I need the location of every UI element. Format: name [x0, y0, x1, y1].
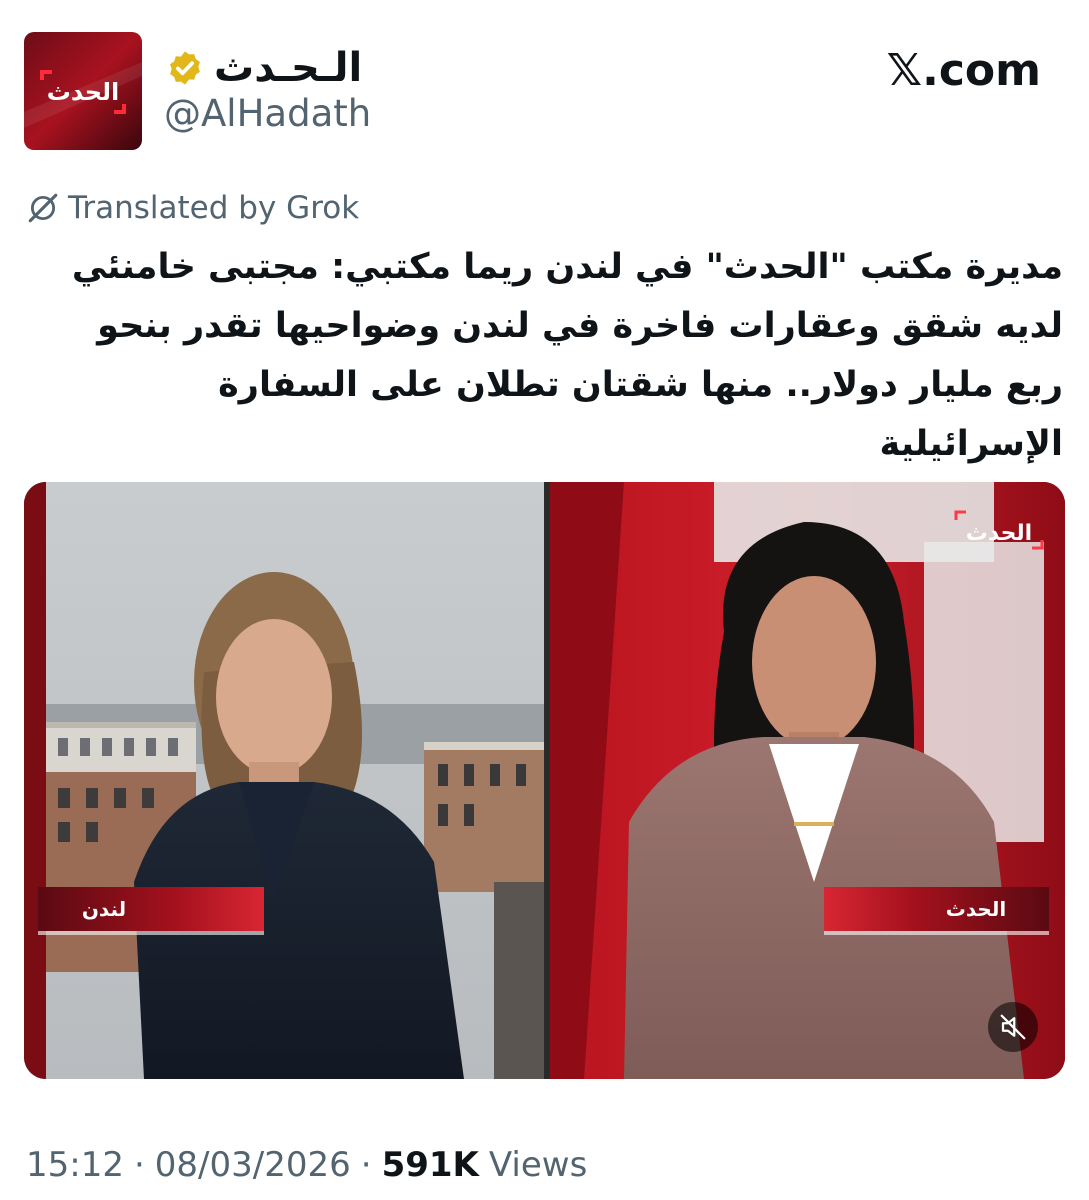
- account-avatar[interactable]: الحدث: [24, 32, 142, 150]
- mute-button[interactable]: [988, 1002, 1038, 1052]
- tweet-meta: 15:12 · 08/03/2026 · 591K Views: [26, 1140, 587, 1190]
- account-display-name[interactable]: الـحـدث: [214, 45, 362, 91]
- right-caption-bar: الحدث: [824, 887, 1049, 935]
- left-video-panel: [46, 482, 544, 1079]
- views-label: Views: [488, 1145, 588, 1185]
- video-frame: الحدث لندن الحدث: [24, 482, 1065, 1079]
- views-count[interactable]: 591K: [382, 1145, 479, 1185]
- translation-label: Translated by Grok: [68, 190, 360, 226]
- x-brand-label: 𝕏.com: [886, 44, 1041, 96]
- account-handle[interactable]: @AlHadath: [164, 92, 371, 135]
- meta-separator: ·: [360, 1145, 372, 1185]
- meta-separator: ·: [133, 1145, 145, 1185]
- svg-text:الحدث: الحدث: [47, 78, 120, 106]
- video-player[interactable]: الحدث لندن الحدث: [24, 482, 1065, 1079]
- translation-notice[interactable]: Translated by Grok: [26, 186, 359, 230]
- left-caption-bar: لندن: [38, 887, 264, 935]
- tweet-time[interactable]: 15:12: [26, 1145, 124, 1185]
- verified-badge-icon: [170, 51, 200, 85]
- left-caption: لندن: [82, 897, 126, 921]
- speaker-muted-icon: [1000, 1014, 1026, 1040]
- tweet-text: مديرة مكتب "الحدث" في لندن ريما مكتبي: م…: [71, 247, 1063, 464]
- grok-icon: [28, 193, 58, 223]
- channel-logo-text: الحدث: [966, 521, 1032, 546]
- alhadath-logo: الحدث: [24, 32, 142, 150]
- account-name-row: الـحـدث: [166, 40, 362, 96]
- tweet-date[interactable]: 08/03/2026: [155, 1145, 351, 1185]
- right-video-panel: [550, 482, 1065, 1079]
- right-caption: الحدث: [946, 897, 1006, 921]
